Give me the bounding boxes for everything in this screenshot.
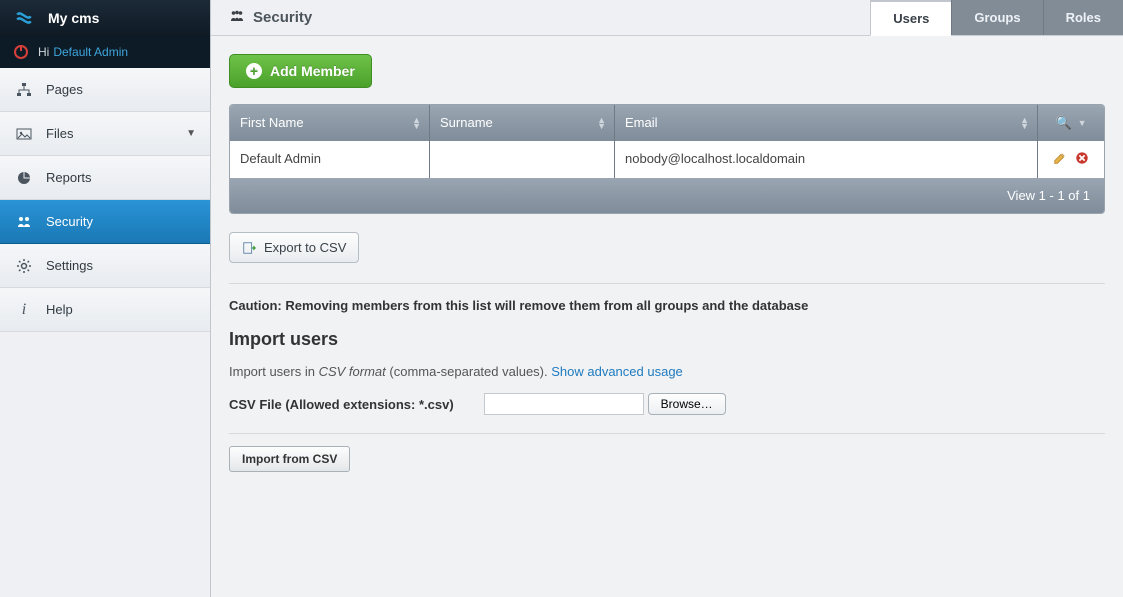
sidebar-item-help[interactable]: i Help (0, 288, 210, 332)
add-member-button[interactable]: + Add Member (229, 54, 372, 88)
column-label: First Name (240, 115, 304, 130)
page-title: Security (229, 8, 312, 28)
sidebar-item-label: Help (46, 302, 73, 317)
delete-icon[interactable] (1075, 151, 1089, 168)
cell-actions (1038, 141, 1104, 178)
sidebar-item-reports[interactable]: Reports (0, 156, 210, 200)
csv-file-label: CSV File (Allowed extensions: *.csv) (229, 397, 454, 412)
members-grid: First Name ▲▼ Surname ▲▼ Email ▲▼ 🔍 ▼ (229, 104, 1105, 214)
power-icon[interactable] (14, 45, 28, 59)
import-description: Import users in CSV format (comma-separa… (229, 364, 1105, 379)
sort-icon: ▲▼ (1020, 117, 1029, 129)
sidebar-item-label: Settings (46, 258, 93, 273)
file-input-wrap: Browse… (484, 393, 726, 415)
chevron-down-icon: ▼ (186, 128, 196, 139)
column-header-first-name[interactable]: First Name ▲▼ (230, 105, 430, 141)
sidebar-item-files[interactable]: Files ▼ (0, 112, 210, 156)
sort-icon: ▲▼ (597, 117, 606, 129)
cell-first-name: Default Admin (230, 141, 430, 178)
brand-bar: My cms (0, 0, 210, 36)
sidebar-item-security[interactable]: Security (0, 200, 210, 244)
brand-logo-icon (14, 8, 34, 28)
pagination-text: View 1 - 1 of 1 (1007, 188, 1090, 203)
plus-icon: + (246, 63, 262, 79)
import-desc-format: CSV format (319, 364, 386, 379)
browse-button[interactable]: Browse… (648, 393, 726, 415)
sidebar-item-label: Security (46, 214, 93, 229)
content: + Add Member First Name ▲▼ Surname ▲▼ Em… (211, 36, 1123, 472)
tab-users[interactable]: Users (870, 0, 951, 36)
export-csv-button[interactable]: Export to CSV (229, 232, 359, 263)
caution-text: Caution: Removing members from this list… (229, 298, 1105, 313)
import-csv-button[interactable]: Import from CSV (229, 446, 350, 472)
tabs: Users Groups Roles (870, 0, 1123, 35)
sidebar-item-label: Files (46, 126, 73, 141)
page-title-text: Security (253, 9, 312, 26)
sidebar-item-settings[interactable]: Settings (0, 244, 210, 288)
brand-title: My cms (48, 10, 99, 26)
divider (229, 433, 1105, 434)
sidebar-item-label: Pages (46, 82, 83, 97)
sitemap-icon (14, 82, 34, 98)
sidebar: My cms Hi Default Admin Pages Files ▼ Re… (0, 0, 211, 597)
column-header-email[interactable]: Email ▲▼ (615, 105, 1038, 141)
add-member-label: Add Member (270, 63, 355, 79)
column-label: Email (625, 115, 658, 130)
import-heading: Import users (229, 329, 1105, 350)
tab-groups[interactable]: Groups (951, 0, 1042, 35)
chevron-down-icon[interactable]: ▼ (1078, 118, 1087, 128)
grid-footer: View 1 - 1 of 1 (230, 178, 1104, 213)
topbar: Security Users Groups Roles (211, 0, 1123, 36)
edit-icon[interactable] (1053, 151, 1067, 168)
csv-file-row: CSV File (Allowed extensions: *.csv) Bro… (229, 393, 1105, 415)
pie-chart-icon (14, 170, 34, 186)
search-icon[interactable]: 🔍 (1055, 115, 1071, 131)
tab-roles[interactable]: Roles (1043, 0, 1123, 35)
show-advanced-link[interactable]: Show advanced usage (551, 364, 683, 379)
divider (229, 283, 1105, 284)
cell-surname (430, 141, 615, 178)
sidebar-item-pages[interactable]: Pages (0, 68, 210, 112)
greeting-bar: Hi Default Admin (0, 36, 210, 68)
column-label: Surname (440, 115, 493, 130)
import-desc-pre: Import users in (229, 364, 319, 379)
import-desc-post: (comma-separated values). (386, 364, 551, 379)
sort-icon: ▲▼ (412, 117, 421, 129)
cell-email: nobody@localhost.localdomain (615, 141, 1038, 178)
greeting-hi: Hi (38, 45, 49, 59)
image-icon (14, 126, 34, 142)
table-row[interactable]: Default Admin nobody@localhost.localdoma… (230, 141, 1104, 178)
sidebar-item-label: Reports (46, 170, 92, 185)
export-csv-label: Export to CSV (264, 240, 346, 255)
csv-file-input[interactable] (484, 393, 644, 415)
export-icon (242, 241, 256, 255)
column-header-surname[interactable]: Surname ▲▼ (430, 105, 615, 141)
grid-header: First Name ▲▼ Surname ▲▼ Email ▲▼ 🔍 ▼ (230, 105, 1104, 141)
gear-icon (14, 258, 34, 274)
main-panel: Security Users Groups Roles + Add Member… (211, 0, 1123, 597)
greeting-user-link[interactable]: Default Admin (53, 45, 128, 59)
people-icon (229, 8, 245, 28)
info-icon: i (14, 301, 34, 319)
column-header-actions: 🔍 ▼ (1038, 105, 1104, 141)
people-icon (14, 214, 34, 230)
